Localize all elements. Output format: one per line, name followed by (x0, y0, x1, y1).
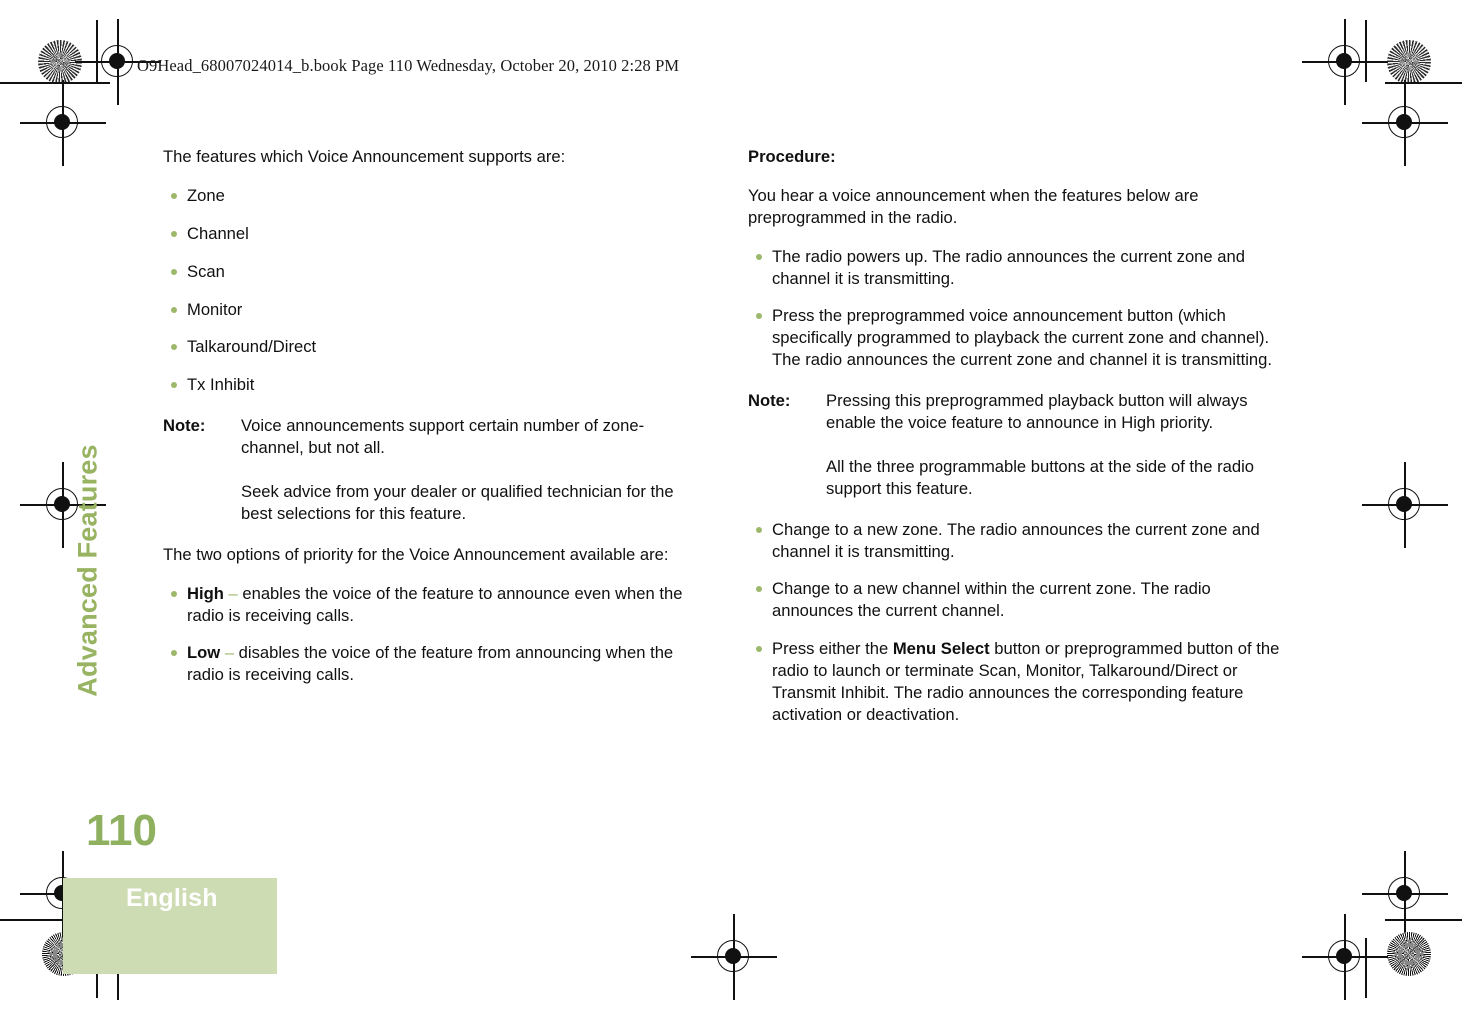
feature-name: Tx Inhibit (187, 375, 255, 395)
list-item: Change to a new channel within the curre… (748, 578, 1288, 622)
features-intro: The features which Voice Announcement su… (163, 147, 566, 166)
priority-term: High (187, 583, 224, 603)
note-label: Note: (748, 391, 791, 411)
procedure-intro: You hear a voice announcement when the f… (748, 185, 1199, 227)
list-item: The radio powers up. The radio announces… (748, 246, 1288, 290)
list-item: Talkaround/Direct (163, 336, 703, 358)
page-number: 110 (86, 806, 157, 855)
trim-line-top-left (0, 82, 110, 84)
list-item: High – enables the voice of the feature … (163, 583, 703, 627)
note-body: Voice announcements support certain numb… (241, 415, 703, 525)
priority-intro: The two options of priority for the Voic… (163, 544, 669, 564)
registration-mark-bottom-center (691, 914, 777, 1000)
registration-mark-top-left-outer (20, 80, 106, 166)
feature-name: Zone (187, 185, 225, 205)
procedure-step: Change to a new channel within the curre… (772, 579, 1211, 621)
list-item: Press either the Menu Select button or p… (748, 638, 1288, 726)
list-item: Change to a new zone. The radio announce… (748, 519, 1288, 563)
feature-name: Channel (187, 223, 249, 243)
registration-mark-bottom-right-inner (1302, 914, 1388, 1000)
procedure-step-prefix: Press either the (772, 639, 893, 659)
priority-description: enables the voice of the feature to anno… (187, 583, 683, 625)
procedure-heading: Procedure: (748, 147, 836, 166)
note-label: Note: (163, 416, 206, 436)
procedure-step: Press the preprogrammed voice announceme… (772, 306, 1272, 370)
trim-line-top-left-vertical (96, 20, 98, 82)
dash-glyph: – (224, 643, 235, 663)
book-file-header: O9Head_68007024014_b.book Page 110 Wedne… (137, 56, 680, 75)
trim-line-top-right-vertical (1365, 20, 1367, 82)
note-paragraph: Voice announcements support certain numb… (241, 416, 645, 458)
dash-glyph: – (228, 583, 238, 603)
list-item: Channel (163, 223, 703, 245)
note-body: Pressing this preprogrammed playback but… (826, 390, 1288, 500)
registration-mark-top-right-inner (1302, 19, 1388, 105)
registration-mark-middle-right (1362, 462, 1448, 548)
registration-mark-bottom-right-upper (1362, 851, 1448, 937)
registration-mark-top-right-outer (1362, 80, 1448, 166)
menu-select-button-name: Menu Select (892, 639, 990, 659)
note-paragraph: Pressing this preprogrammed playback but… (826, 391, 1248, 433)
note-paragraph: Seek advice from your dealer or qualifie… (241, 482, 674, 523)
registration-star-top-right (1387, 40, 1431, 84)
procedure-step: The radio powers up. The radio announces… (772, 246, 1245, 288)
trim-line-top-right (1385, 82, 1462, 84)
list-item: Press the preprogrammed voice announceme… (748, 305, 1288, 371)
procedure-step: Change to a new zone. The radio announce… (772, 519, 1260, 561)
feature-name: Talkaround/Direct (187, 337, 317, 357)
registration-star-top-left (38, 40, 82, 84)
left-column: The features which Voice Announcement su… (163, 146, 703, 702)
chapter-tab-label: Advanced Features (72, 444, 103, 697)
priority-term: Low (187, 643, 221, 663)
language-label: English (126, 884, 218, 912)
trim-line-bottom-right-vertical (1365, 938, 1367, 998)
registration-star-bottom-right (1387, 932, 1431, 976)
list-item: Low – disables the voice of the feature … (163, 642, 703, 686)
right-column: Procedure: You hear a voice announcement… (748, 146, 1288, 742)
feature-name: Scan (187, 261, 225, 281)
list-item: Zone (163, 185, 703, 207)
note-paragraph: All the three programmable buttons at th… (826, 456, 1255, 498)
trim-line-bottom-right (1385, 919, 1462, 921)
list-item: Scan (163, 261, 703, 283)
note-block: Note: Voice announcements support certai… (163, 415, 703, 525)
list-item: Monitor (163, 299, 703, 321)
note-block: Note: Pressing this preprogrammed playba… (748, 390, 1288, 500)
priority-description: disables the voice of the feature from a… (187, 643, 674, 685)
feature-name: Monitor (187, 299, 243, 319)
list-item: Tx Inhibit (163, 374, 703, 396)
